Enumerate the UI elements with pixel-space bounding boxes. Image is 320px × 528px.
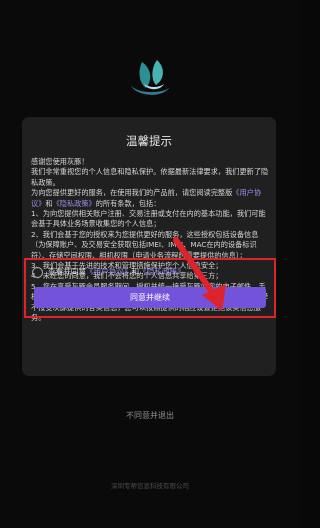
conjunction-text: 和 bbox=[131, 267, 140, 276]
app-logo-icon bbox=[131, 60, 170, 95]
consent-prefix: 查看并同意 bbox=[48, 267, 86, 276]
privacy-policy-link[interactable]: 《隐私政策》 bbox=[139, 267, 185, 276]
consent-area: 查看并同意《用户协议》和《隐私政策》 同意并继续 bbox=[24, 258, 276, 318]
conjunction-text: 和 bbox=[45, 198, 53, 208]
privacy-policy-link[interactable]: 《隐私政策》 bbox=[53, 199, 96, 208]
user-agreement-link[interactable]: 《用户协议》 bbox=[86, 267, 132, 276]
policy-item: 1、为向您提供相关账户注册、交易注册或支付在内的基本功能，我们可能会基于具体业务… bbox=[31, 209, 266, 229]
company-footer: 深圳专帮信息科技有限公司 bbox=[111, 482, 189, 490]
agree-continue-button[interactable]: 同意并继续 bbox=[34, 287, 266, 308]
policy-paragraph: 为向您提供更好的服务，在使用我们的产品前，请您阅读完整版 bbox=[31, 188, 233, 198]
dialog-title: 温馨提示 bbox=[126, 134, 172, 148]
consent-text: 查看并同意《用户协议》和《隐私政策》 bbox=[48, 266, 185, 277]
screen: 温馨提示 感谢您使用灰豚！ 我们非常重视您的个人信息和隐私保护。依据最新法律要求… bbox=[0, 0, 300, 528]
policy-item: 2、我们会基于您的授权来为您提供更好的服务，这些授权包括设备信息（为保障账户、及… bbox=[31, 229, 259, 260]
greeting-text: 感谢您使用灰豚！ bbox=[31, 157, 89, 166]
policy-paragraph: 的所有条款，包括： bbox=[95, 198, 161, 208]
disagree-exit-link[interactable]: 不同意并退出 bbox=[0, 410, 300, 421]
consent-radio[interactable] bbox=[32, 267, 43, 278]
privacy-dialog: 温馨提示 感谢您使用灰豚！ 我们非常重视您的个人信息和隐私保护。依据最新法律要求… bbox=[22, 117, 276, 376]
policy-paragraph: 我们非常重视您的个人信息和隐私保护。依据最新法律要求，我们更新了隐私政策。 bbox=[31, 167, 269, 187]
